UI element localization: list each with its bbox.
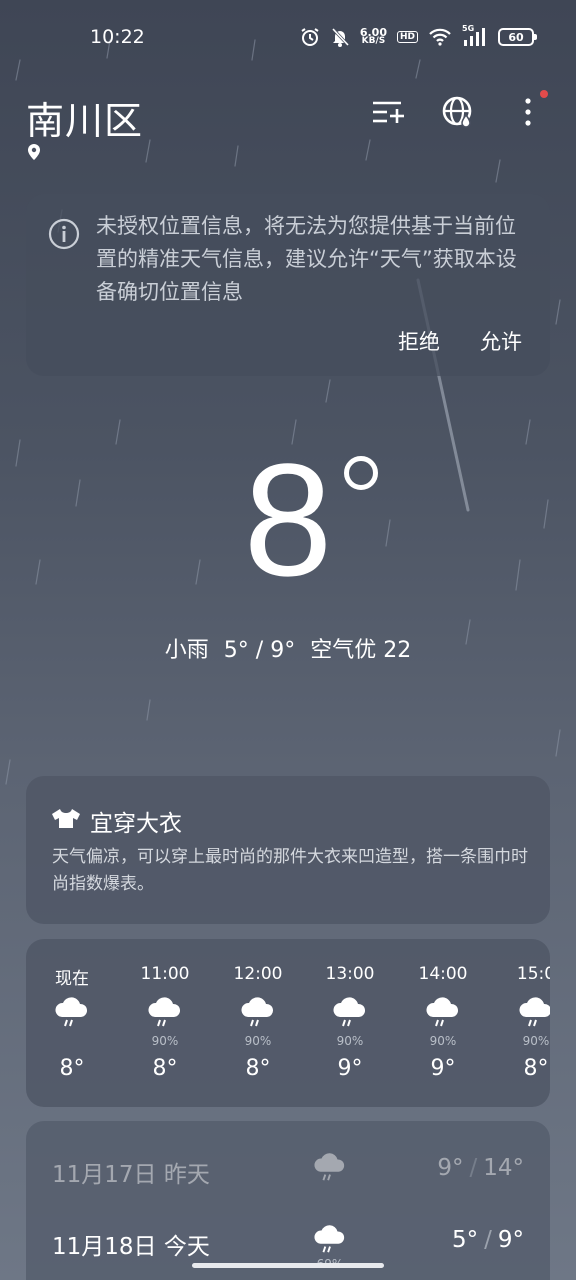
day-label: 11月17日 昨天 <box>52 1162 210 1188</box>
light-rain-icon <box>333 997 366 1027</box>
info-icon <box>48 218 80 250</box>
status-bar: 10:22 6.00 KB/S HD 5G 60 <box>0 0 576 76</box>
network-speed: 6.00 KB/S <box>360 27 387 46</box>
battery-indicator: 60 <box>498 28 537 46</box>
manage-cities-button[interactable] <box>370 94 406 130</box>
allow-button[interactable]: 允许 <box>480 326 522 356</box>
hour-time: 12:00 <box>233 964 283 984</box>
day-low: 5° <box>451 1227 479 1253</box>
hour-precip: 90% <box>244 1034 272 1048</box>
hd-badge: HD <box>396 31 418 43</box>
hour-temp: 9° <box>430 1056 456 1081</box>
signal-icon <box>464 28 485 46</box>
notification-dot <box>540 90 548 98</box>
hour-precip: 90% <box>522 1034 550 1048</box>
hour-time: 11:00 <box>140 964 190 984</box>
day-high: 9° <box>497 1227 524 1253</box>
alarm-icon <box>301 28 319 46</box>
location-pin-icon <box>28 144 40 160</box>
day-temp-range: 5°/9° <box>452 1227 524 1253</box>
degree-symbol <box>344 456 378 490</box>
home-indicator[interactable] <box>192 1263 384 1268</box>
add-list-icon <box>373 101 404 123</box>
hour-precip: 90% <box>429 1034 457 1048</box>
light-rain-icon <box>314 1225 345 1253</box>
clothing-advice-card[interactable]: 宜穿大衣 天气偏凉，可以穿上最时尚的那件大衣来凹造型，搭一条围巾时尚指数爆表。 <box>26 776 550 924</box>
daily-forecast-card[interactable]: 11月17日 昨天 9°/14° 11月18日 今天 69% 5°/9° <box>26 1121 550 1280</box>
hour-precip: 90% <box>336 1034 364 1048</box>
clothing-title: 宜穿大衣 <box>90 811 182 837</box>
day-temp-separator: / <box>469 1155 478 1181</box>
weather-summary[interactable]: 小雨 5° / 9° 空气优 22 <box>0 632 576 664</box>
hour-temp: 8° <box>152 1056 178 1081</box>
light-rain-icon <box>55 997 88 1027</box>
air-quality: 空气优 22 <box>310 638 412 663</box>
hour-temp: 9° <box>337 1056 363 1081</box>
more-options-button[interactable] <box>510 90 548 130</box>
header-actions <box>370 90 548 130</box>
hour-precip: 90% <box>151 1034 179 1048</box>
hour-temp: 8° <box>245 1056 271 1081</box>
day-label: 11月18日 今天 <box>52 1234 210 1260</box>
location-permission-banner: 未授权位置信息，将无法为您提供基于当前位置的精准天气信息，建议允许“天气”获取本… <box>26 194 550 376</box>
day-temp-separator: / <box>484 1227 492 1253</box>
hour-time: 15:0 <box>516 964 550 984</box>
hour-temp: 8° <box>59 1056 85 1081</box>
day-low: 9° <box>437 1155 464 1181</box>
network-speed-unit: KB/S <box>361 36 386 46</box>
condition-text: 小雨 <box>164 638 209 663</box>
temp-range: 5° / 9° <box>223 638 296 663</box>
light-rain-icon <box>148 997 181 1027</box>
status-icons: 6.00 KB/S HD 5G 60 <box>300 24 537 48</box>
clothing-description: 天气偏凉，可以穿上最时尚的那件大衣来凹造型，搭一条围巾时尚指数爆表。 <box>52 847 528 894</box>
wifi-icon <box>429 28 451 46</box>
more-vertical-icon <box>525 98 531 126</box>
light-rain-icon <box>314 1153 345 1181</box>
day-temp-range: 9°/14° <box>437 1155 524 1181</box>
globe-drop-icon <box>442 96 472 128</box>
light-rain-icon <box>426 997 459 1027</box>
global-weather-button[interactable] <box>440 94 476 130</box>
hourly-forecast-card[interactable]: 现在 8° 11:00 90% 8° 12:00 90% 8° 13:00 90… <box>26 939 550 1107</box>
permission-message: 未授权位置信息，将无法为您提供基于当前位置的精准天气信息，建议允许“天气”获取本… <box>96 214 517 304</box>
hour-time: 13:00 <box>325 964 375 984</box>
permission-actions: 拒绝 允许 <box>398 326 522 356</box>
current-temperature: 8 <box>243 430 333 609</box>
hour-time: 现在 <box>55 969 89 989</box>
cellular-signal: 5G <box>462 24 488 48</box>
deny-button[interactable]: 拒绝 <box>398 326 440 356</box>
day-row-yesterday[interactable]: 11月17日 昨天 9°/14° <box>26 1141 550 1201</box>
status-time: 10:22 <box>90 26 145 48</box>
light-rain-icon <box>241 997 274 1027</box>
mute-bell-icon <box>331 27 349 47</box>
hour-temp: 8° <box>523 1056 549 1081</box>
hour-time: 14:00 <box>418 964 468 984</box>
clothing-icon <box>52 809 80 828</box>
light-rain-icon <box>519 997 550 1027</box>
city-title[interactable]: 南川区 <box>26 90 143 145</box>
day-high: 14° <box>483 1155 524 1181</box>
